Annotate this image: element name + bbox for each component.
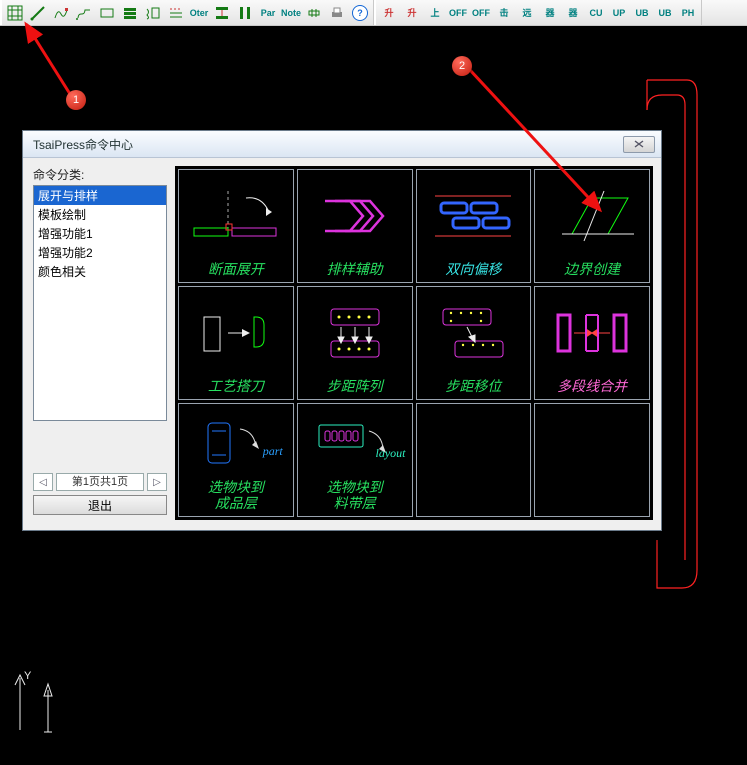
tile-nesting-helper[interactable]: 排样辅助 [297, 169, 413, 283]
tb2-12[interactable]: UB [654, 2, 676, 24]
tile-step-array[interactable]: 步距阵列 [297, 286, 413, 400]
printer-icon[interactable] [326, 2, 348, 24]
tb2-1[interactable]: 升 [401, 2, 423, 24]
toolbar-group-1: Oter Par Note ? [0, 0, 374, 25]
tile-selblk-to-strip[interactable]: layout 选物块到 料带层 [297, 403, 413, 517]
stack-icon[interactable] [119, 2, 141, 24]
left-pane: 命令分类: 展开与排样 模板绘制 增强功能1 增强功能2 颜色相关 ◁ 第1页共… [33, 166, 167, 520]
bolt-icon[interactable] [303, 2, 325, 24]
category-item[interactable]: 增强功能2 [34, 243, 166, 262]
tile-label: 断面展开 [208, 263, 264, 278]
close-icon [633, 139, 645, 149]
annotation-arrow-1 [10, 14, 90, 114]
rect-icon[interactable] [96, 2, 118, 24]
cmd-center-dialog: TsaiPress命令中心 命令分类: 展开与排样 模板绘制 增强功能1 增强功… [22, 130, 662, 531]
bars-icon[interactable] [211, 2, 233, 24]
tile-label: 排样辅助 [327, 263, 383, 278]
tb2-7[interactable]: 器 [539, 2, 561, 24]
curve-icon[interactable] [50, 2, 72, 24]
vertbars-icon[interactable] [234, 2, 256, 24]
diag-icon[interactable] [27, 2, 49, 24]
category-item[interactable]: 增强功能1 [34, 224, 166, 243]
tb2-13[interactable]: PH [677, 2, 699, 24]
tile-label: 边界创建 [564, 263, 620, 278]
tile-empty [534, 403, 650, 517]
dashstack-icon[interactable] [165, 2, 187, 24]
tb2-3[interactable]: OFF [447, 2, 469, 24]
tb2-8[interactable]: 器 [562, 2, 584, 24]
ucs-triad: Y [10, 670, 60, 740]
cmd-center-icon[interactable] [4, 2, 26, 24]
page-prev-button[interactable]: ◁ [33, 473, 53, 491]
par-icon[interactable]: Par [257, 2, 279, 24]
squiggle-icon[interactable] [142, 2, 164, 24]
tb2-5[interactable]: 击 [493, 2, 515, 24]
tile-label: 工艺搭刀 [208, 380, 264, 395]
tb2-11[interactable]: UB [631, 2, 653, 24]
exit-button[interactable]: 退出 [33, 495, 167, 515]
tile-label: 选物块到 料带层 [327, 481, 383, 512]
command-grid: 断面展开 排样辅助 双向偏移 边界创建 工艺搭刀 步距阵列 [175, 166, 653, 520]
tile-polyline-merge[interactable]: 多段线合并 [534, 286, 650, 400]
category-listbox[interactable]: 展开与排样 模板绘制 增强功能1 增强功能2 颜色相关 [33, 185, 167, 421]
help-icon[interactable]: ? [349, 2, 371, 24]
top-toolbar: Oter Par Note ? 升 升 上 OFF OFF 击 远 器 器 CU… [0, 0, 747, 26]
dialog-titlebar[interactable]: TsaiPress命令中心 [23, 131, 661, 158]
tile-bidir-offset[interactable]: 双向偏移 [416, 169, 532, 283]
path-icon[interactable] [73, 2, 95, 24]
category-item[interactable]: 颜色相关 [34, 262, 166, 281]
svg-text:Y: Y [24, 670, 32, 682]
tb2-9[interactable]: CU [585, 2, 607, 24]
dialog-title-text: TsaiPress命令中心 [33, 136, 133, 153]
note-icon[interactable]: Note [280, 2, 302, 24]
tile-empty [416, 403, 532, 517]
category-label: 命令分类: [33, 166, 167, 183]
category-item[interactable]: 展开与排样 [34, 186, 166, 205]
tile-label: 步距移位 [445, 380, 501, 395]
tb2-10[interactable]: UP [608, 2, 630, 24]
tile-label: 多段线合并 [557, 380, 627, 395]
page-indicator: 第1页共1页 [56, 473, 144, 491]
tb2-4[interactable]: OFF [470, 2, 492, 24]
tb2-0[interactable]: 升 [378, 2, 400, 24]
toolbar-group-2: 升 升 上 OFF OFF 击 远 器 器 CU UP UB UB PH [374, 0, 702, 25]
page-next-button[interactable]: ▷ [147, 473, 167, 491]
tile-step-shift[interactable]: 步距移位 [416, 286, 532, 400]
tile-process-bridge[interactable]: 工艺搭刀 [178, 286, 294, 400]
tile-label: 选物块到 成品层 [208, 481, 264, 512]
tile-boundary-create[interactable]: 边界创建 [534, 169, 650, 283]
annotation-bubble-1: 1 [66, 90, 86, 110]
tile-aux-label: part [263, 444, 283, 459]
tile-selblk-to-product[interactable]: part 选物块到 成品层 [178, 403, 294, 517]
oter-icon[interactable]: Oter [188, 2, 210, 24]
tile-unfold-section[interactable]: 断面展开 [178, 169, 294, 283]
tb2-2[interactable]: 上 [424, 2, 446, 24]
tile-aux-label: layout [376, 446, 406, 461]
dialog-close-button[interactable] [623, 136, 655, 153]
category-item[interactable]: 模板绘制 [34, 205, 166, 224]
tb2-6[interactable]: 远 [516, 2, 538, 24]
tile-label: 双向偏移 [445, 263, 501, 278]
annotation-bubble-2: 2 [452, 56, 472, 76]
tile-label: 步距阵列 [327, 380, 383, 395]
